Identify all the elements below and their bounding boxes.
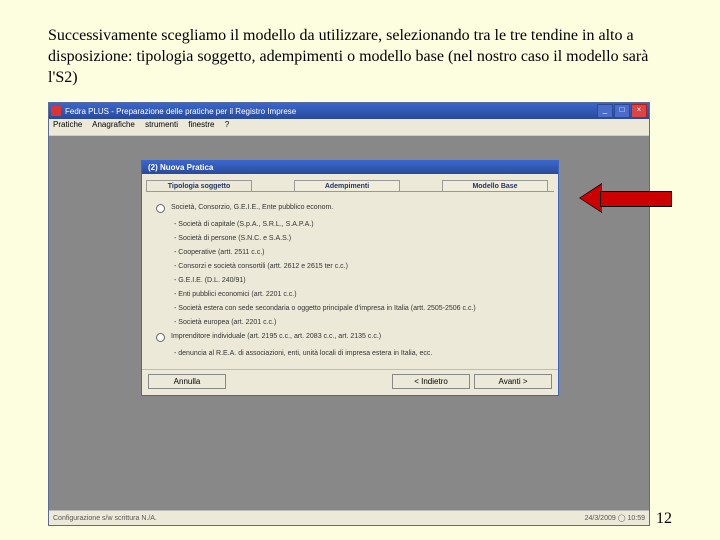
dialog-title: (2) Nuova Pratica [142, 161, 558, 174]
arrow-body [600, 191, 672, 207]
subitem: - Società di persone (S.N.C. e S.A.S.) [174, 235, 544, 242]
hint-text: - denuncia al R.E.A. di associazioni, en… [174, 350, 544, 357]
back-button[interactable]: < Indietro [392, 374, 470, 389]
statusbar: Configurazione s/w scrittura N./A. 24/3/… [49, 510, 649, 525]
wizard-dialog: (2) Nuova Pratica Tipologia soggetto Ade… [141, 160, 559, 396]
tab-row: Tipologia soggetto Adempimenti Modello B… [142, 174, 558, 191]
tab-adempimenti[interactable]: Adempimenti [294, 180, 400, 191]
radio-societa[interactable]: Società, Consorzio, G.E.I.E., Ente pubbl… [156, 204, 544, 213]
app-icon [51, 106, 61, 116]
status-left: Configurazione s/w scrittura N./A. [53, 515, 585, 522]
radio-icon [156, 333, 165, 342]
subitem: - Cooperative (artt. 2511 c.c.) [174, 249, 544, 256]
menu-finestre[interactable]: finestre [188, 120, 214, 129]
radio-icon [156, 204, 165, 213]
radio-imprenditore[interactable]: Imprenditore individuale (art. 2195 c.c.… [156, 333, 544, 342]
arrow-head-icon [580, 184, 602, 212]
tab-tipologia[interactable]: Tipologia soggetto [146, 180, 252, 191]
next-button[interactable]: Avanti > [474, 374, 552, 389]
subitem: - Consorzi e società consortili (artt. 2… [174, 263, 544, 270]
menubar: Pratiche Anagrafiche strumenti finestre … [49, 119, 649, 136]
subitem: - Enti pubblici economici (art. 2201 c.c… [174, 291, 544, 298]
cancel-button[interactable]: Annulla [148, 374, 226, 389]
subitem: - G.E.I.E. (D.L. 240/91) [174, 277, 544, 284]
app-title: Fedra PLUS - Preparazione delle pratiche… [65, 107, 597, 116]
subitem: - Società europea (art. 2201 c.c.) [174, 319, 544, 326]
minimize-button[interactable]: _ [597, 104, 613, 118]
menu-strumenti[interactable]: strumenti [145, 120, 178, 129]
radio-imprenditore-label: Imprenditore individuale (art. 2195 c.c.… [171, 333, 381, 340]
spacer [230, 374, 388, 389]
close-button[interactable]: × [631, 104, 647, 118]
radio-societa-label: Società, Consorzio, G.E.I.E., Ente pubbl… [171, 204, 333, 211]
subitem: - Società di capitale (S.p.A., S.R.L., S… [174, 221, 544, 228]
tab-modello-base[interactable]: Modello Base [442, 180, 548, 191]
callout-arrow [580, 184, 670, 212]
titlebar: Fedra PLUS - Preparazione delle pratiche… [49, 103, 649, 119]
menu-anagrafiche[interactable]: Anagrafiche [92, 120, 135, 129]
caption-text: Successivamente scegliamo il modello da … [0, 0, 720, 96]
panel-body: Società, Consorzio, G.E.I.E., Ente pubbl… [142, 192, 558, 369]
maximize-button[interactable]: □ [614, 104, 630, 118]
status-right: 24/3/2009 ◯ 10:59 [585, 514, 645, 522]
page-number: 12 [656, 510, 672, 528]
menu-help[interactable]: ? [225, 120, 229, 129]
app-screenshot: Fedra PLUS - Preparazione delle pratiche… [48, 102, 650, 526]
menu-pratiche[interactable]: Pratiche [53, 120, 82, 129]
subitem: - Società estera con sede secondaria o o… [174, 305, 544, 312]
mdi-area: (2) Nuova Pratica Tipologia soggetto Ade… [49, 136, 649, 510]
button-row: Annulla < Indietro Avanti > [142, 369, 558, 395]
window-controls: _ □ × [597, 104, 647, 118]
